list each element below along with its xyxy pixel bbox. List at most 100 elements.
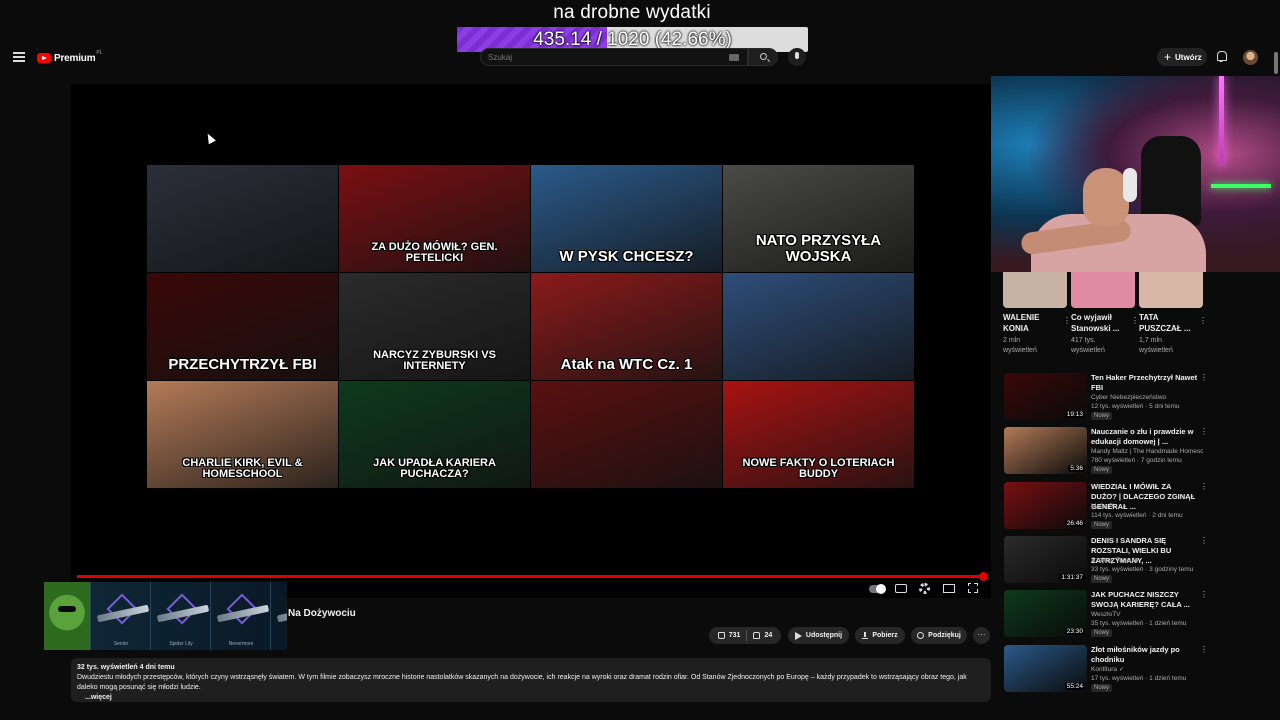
collage-thumbnail: W PYSK CHCESZ? — [531, 165, 722, 272]
short-thumbnail[interactable] — [1071, 272, 1135, 308]
video-duration: 5:36 — [1068, 465, 1085, 473]
short-item[interactable]: Co wyjawił Stanowski ... 417 tys. wyświe… — [1071, 272, 1139, 356]
keyboard-icon[interactable] — [729, 54, 739, 61]
search-button[interactable] — [748, 48, 778, 66]
short-views-label: wyświetleń — [1003, 347, 1037, 354]
recommended-title[interactable]: JAK PUCHACZ NISZCZY SWOJĄ KARIERĘ? CAŁA … — [1091, 590, 1199, 610]
dislike-icon[interactable] — [753, 632, 761, 639]
recommended-video[interactable]: 1:31:37 DENIS I SANDRA SIĘ ROZSTALI, WIE… — [1004, 535, 1208, 584]
video-description[interactable]: 32 tys. wyświetleń 4 dni temu Dwudziestu… — [71, 658, 991, 702]
recommended-more-icon[interactable]: ⋮ — [1200, 645, 1208, 654]
youtube-premium-logo[interactable]: Premium PL — [37, 50, 103, 65]
more-actions-button[interactable]: ··· — [973, 627, 990, 644]
settings-gear-icon[interactable] — [919, 583, 930, 594]
logo-text: Premium — [54, 52, 96, 64]
recommended-channel[interactable]: Konfitura ✓ — [1091, 665, 1203, 674]
collage-thumbnail — [531, 381, 722, 488]
recommended-meta: 35 tys. wyświetleń · 1 dzień temu — [1091, 620, 1187, 628]
video-duration: 19:13 — [1064, 411, 1085, 418]
recommended-title[interactable]: Ten Haker Przechytrzył Nawet FBI — [1091, 373, 1199, 393]
recommended-thumbnail[interactable]: 19:13 — [1004, 373, 1087, 420]
sponsor-skin-item: Nevermore — [210, 582, 270, 650]
recommended-video[interactable]: 23:30 JAK PUCHACZ NISZCZY SWOJĄ KARIERĘ?… — [1004, 590, 1208, 638]
recommended-video[interactable]: 26:46 WIEDZIAŁ I MÓWIŁ ZA DUŻO? | DLACZE… — [1004, 481, 1208, 530]
fullscreen-icon[interactable] — [967, 582, 979, 594]
recommended-more-icon[interactable]: ⋮ — [1200, 427, 1208, 436]
recommended-video[interactable]: 5:36 Nauczanie o złu i prawdzie w edukac… — [1004, 427, 1208, 475]
download-icon — [862, 632, 869, 639]
download-button[interactable]: Pobierz — [855, 627, 905, 644]
short-thumbnail[interactable] — [1003, 272, 1067, 308]
account-avatar[interactable] — [1243, 50, 1258, 65]
short-item[interactable]: TATA PUSZCZAŁ ... 1,7 mln wyświetleń ⋮ — [1139, 272, 1207, 356]
collage-thumbnail-label: NARCYZ ZYBURSKI VS INTERNETY — [373, 348, 496, 372]
new-badge: Nowy — [1091, 466, 1113, 475]
collage-thumbnail: JAK UPADŁA KARIERA PUCHACZA? — [339, 381, 530, 488]
share-button[interactable]: Udostępnij — [788, 627, 849, 644]
subtitles-icon[interactable] — [895, 584, 907, 593]
recommended-thumbnail[interactable]: 1:31:37 — [1004, 535, 1087, 583]
collage-thumbnail: PRZECHYTRZYŁ FBI — [147, 273, 338, 380]
like-icon[interactable] — [717, 632, 725, 639]
short-more-icon[interactable]: ⋮ — [1063, 316, 1071, 325]
recommended-channel[interactable]: Mafia PL — [1091, 502, 1203, 511]
short-title[interactable]: Co wyjawił Stanowski ... — [1071, 312, 1129, 334]
logo-country: PL — [96, 50, 103, 56]
short-title[interactable]: TATA PUSZCZAŁ ... — [1139, 312, 1197, 334]
collage-thumbnail-label: Atak na WTC Cz. 1 — [560, 355, 693, 373]
skin-name: Senior — [113, 641, 129, 647]
short-title[interactable]: WALENIE KONIA — [1003, 312, 1061, 334]
sponsor-banner[interactable]: Senior Spider Lily Nevermore — [44, 582, 287, 650]
recommended-thumbnail[interactable]: 55:24 — [1004, 644, 1087, 692]
recommended-channel[interactable]: Cyber Niebezpieczeństwo — [1091, 393, 1203, 402]
skin-name: Nevermore — [228, 641, 254, 647]
short-more-icon[interactable]: ⋮ — [1199, 316, 1207, 325]
short-item[interactable]: WALENIE KONIA 2 mln wyświetleń ⋮ — [1003, 272, 1071, 356]
collage-thumbnail-label: NATO PRZYSYŁA WOJSKA — [755, 232, 882, 265]
page-scrollbar[interactable] — [1274, 52, 1278, 74]
recommended-more-icon[interactable]: ⋮ — [1200, 590, 1208, 599]
autoplay-toggle[interactable] — [869, 584, 886, 594]
voice-search-mic-icon[interactable] — [788, 48, 806, 66]
recommended-title[interactable]: Złot miłośników jazdy po chodniku — [1091, 645, 1199, 665]
short-more-icon[interactable]: ⋮ — [1131, 316, 1139, 325]
search-input[interactable]: Szukaj — [480, 48, 748, 66]
progress-scrubber-handle[interactable] — [979, 572, 988, 581]
recommended-channel[interactable]: Szalony Tancula — [1091, 556, 1203, 565]
show-more-link[interactable]: ...więcej — [77, 693, 985, 703]
collage-thumbnail: Atak na WTC Cz. 1 — [531, 273, 722, 380]
new-badge: Nowy — [1091, 412, 1113, 420]
recommended-video[interactable]: 19:13 Ten Haker Przechytrzył Nawet FBI C… — [1004, 373, 1208, 421]
recommended-more-icon[interactable]: ⋮ — [1200, 482, 1208, 491]
recommended-video[interactable]: 55:24 Złot miłośników jazdy po chodniku … — [1004, 644, 1208, 693]
short-views: 1,7 mln — [1139, 337, 1162, 344]
thanks-button[interactable]: Podziękuj — [911, 627, 967, 644]
create-button[interactable]: + Utwórz — [1157, 48, 1207, 66]
short-views: 2 mln — [1003, 337, 1021, 344]
recommended-thumbnail[interactable]: 23:30 — [1004, 590, 1087, 638]
like-dislike-group: 731 24 — [709, 627, 781, 644]
thanks-label: Podziękuj — [928, 632, 961, 639]
recommended-channel[interactable]: Mandy Maltz | The Handmade Homesch... — [1091, 447, 1203, 456]
like-count[interactable]: 731 — [729, 632, 741, 639]
recommended-meta: 17 tys. wyświetleń · 1 dzień temu — [1091, 674, 1187, 682]
video-progress-bar[interactable] — [77, 575, 987, 578]
short-thumbnail[interactable] — [1139, 272, 1203, 308]
recommended-thumbnail[interactable]: 5:36 — [1004, 427, 1087, 475]
sponsor-skin-item: Spider Lily — [150, 582, 210, 650]
collage-thumbnail-label: W PYSK CHCESZ? — [559, 247, 694, 265]
dislike-count[interactable]: 24 — [764, 632, 772, 639]
recommended-more-icon[interactable]: ⋮ — [1200, 373, 1208, 382]
recommended-channel[interactable]: WeszłoTV — [1091, 610, 1203, 619]
new-badge: Nowy — [1091, 574, 1113, 583]
hamburger-menu-icon[interactable] — [13, 52, 25, 62]
notifications-bell-icon[interactable] — [1216, 51, 1227, 62]
plus-icon: + — [1164, 50, 1172, 64]
new-badge: Nowy — [1091, 683, 1113, 692]
recommended-more-icon[interactable]: ⋮ — [1200, 536, 1208, 545]
theater-mode-icon[interactable] — [943, 584, 955, 593]
recommended-title[interactable]: Nauczanie o złu i prawdzie w edukacji do… — [1091, 427, 1199, 447]
webcam-gaming-chair — [1141, 136, 1201, 226]
recommended-thumbnail[interactable]: 26:46 — [1004, 481, 1087, 529]
video-player[interactable]: ZA DUŻO MÓWIŁ? GEN. PETELICKI W PYSK CHCE… — [71, 84, 991, 598]
